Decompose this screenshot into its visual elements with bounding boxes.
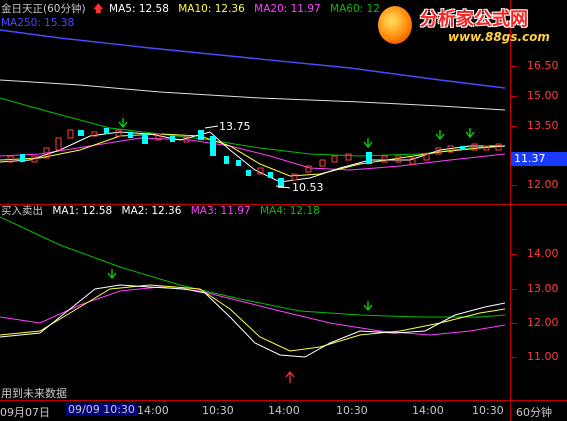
y-label-12-00: 12.00 bbox=[527, 178, 559, 191]
high-annotation: 13.75 bbox=[219, 120, 251, 133]
ind-y-label-13: 13.00 bbox=[527, 282, 559, 295]
ind-y-label-12: 12.00 bbox=[527, 316, 559, 329]
watermark: 分析家公式网 www.88gs.com bbox=[376, 2, 566, 48]
indicator-chart bbox=[0, 216, 506, 383]
watermark-url: www.88gs.com bbox=[448, 30, 550, 44]
ma2-label: MA2: 12.36 bbox=[121, 205, 182, 217]
period-button[interactable]: 60分钟 bbox=[510, 401, 567, 421]
stock-name: 金日天正(60分钟) bbox=[1, 3, 86, 15]
ma1-line bbox=[0, 284, 506, 358]
time-label-5: 10:30 bbox=[336, 404, 368, 417]
ma60-label: MA60: 12 bbox=[330, 3, 380, 15]
y-label-16-50: 16.50 bbox=[527, 59, 559, 72]
ma20-label: MA20: 11.97 bbox=[254, 3, 321, 15]
sell-arrow-icon-2 bbox=[363, 301, 373, 312]
buy-arrow-icon bbox=[285, 370, 295, 383]
time-label-selected[interactable]: 09/09 10:30 bbox=[66, 403, 137, 416]
ma1-label: MA1: 12.58 bbox=[52, 205, 113, 217]
time-label-4: 14:00 bbox=[268, 404, 300, 417]
period-button-label: 60分钟 bbox=[516, 406, 552, 419]
time-axis: 09月07日 09/09 10:30 14:00 10:30 14:00 10:… bbox=[0, 400, 567, 421]
indicator-panel[interactable]: 买入卖出 MA1: 12.58 MA2: 12.36 MA3: 11.97 MA… bbox=[0, 205, 510, 400]
brand-logo-icon bbox=[378, 6, 412, 44]
ma3-line bbox=[0, 286, 506, 336]
ma3-label: MA3: 11.97 bbox=[190, 205, 251, 217]
time-label-7: 10:30 bbox=[472, 404, 504, 417]
y-label-13-50: 13.50 bbox=[527, 119, 559, 132]
ma4-line bbox=[0, 216, 506, 318]
ma5-label: MA5: 12.58 bbox=[109, 3, 169, 15]
low-annotation: 10.53 bbox=[292, 181, 324, 194]
ma4-label: MA4: 12.18 bbox=[259, 205, 320, 217]
indicator-name: 买入卖出 bbox=[1, 205, 43, 217]
sell-signal-arrows bbox=[118, 118, 475, 149]
ind-y-label-14: 14.00 bbox=[527, 247, 559, 260]
sell-arrow-icon bbox=[107, 269, 117, 280]
time-label-3: 10:30 bbox=[202, 404, 234, 417]
time-label-2: 14:00 bbox=[137, 404, 169, 417]
footer-note: 用到未来数据 bbox=[1, 387, 67, 400]
time-label-6: 14:00 bbox=[412, 404, 444, 417]
y-label-15-00: 15.00 bbox=[527, 89, 559, 102]
ma60-line bbox=[0, 97, 506, 157]
indicator-legend: 买入卖出 MA1: 12.58 MA2: 12.36 MA3: 11.97 MA… bbox=[1, 205, 320, 218]
ma120-line bbox=[0, 79, 506, 111]
ind-y-label-11: 11.00 bbox=[527, 350, 559, 363]
indicator-y-axis: 14.00 13.00 12.00 11.00 bbox=[510, 205, 567, 400]
ma10-label: MA10: 12.36 bbox=[178, 3, 245, 15]
main-legend: 金日天正(60分钟) 🡅 MA5: 12.58 MA10: 12.36 MA20… bbox=[1, 3, 380, 16]
candlesticks bbox=[7, 128, 502, 188]
red-up-arrow-icon: 🡅 bbox=[92, 3, 104, 15]
watermark-brand: 分析家公式网 bbox=[420, 9, 528, 30]
time-label-0: 09月07日 bbox=[0, 406, 50, 419]
ma250-legend: MA250: 15.38 bbox=[1, 17, 75, 29]
current-price: 11.37 bbox=[514, 152, 546, 165]
